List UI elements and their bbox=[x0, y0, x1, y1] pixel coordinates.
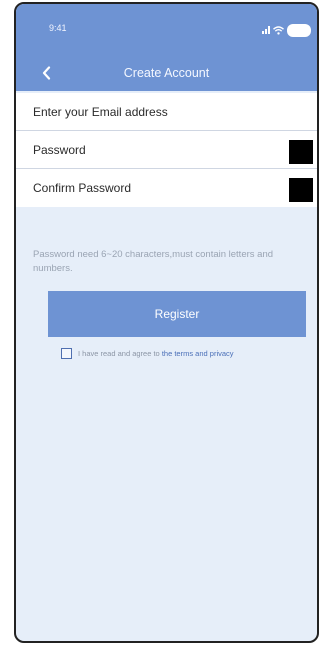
phone-frame: 9:41 Create Account Enter your Email add… bbox=[14, 2, 319, 643]
form-fields bbox=[16, 93, 317, 207]
agreement-label: I have read and agree to bbox=[78, 349, 160, 358]
terms-link[interactable]: the terms and privacy bbox=[162, 349, 234, 358]
password-row bbox=[16, 131, 317, 169]
agree-checkbox[interactable] bbox=[61, 348, 72, 359]
confirm-password-field[interactable] bbox=[33, 181, 263, 195]
nav-bar: Create Account bbox=[16, 58, 317, 88]
header: 9:41 Create Account bbox=[16, 4, 317, 91]
register-button[interactable]: Register bbox=[48, 291, 306, 337]
password-visibility-toggle[interactable] bbox=[289, 140, 313, 164]
status-time: 9:41 bbox=[49, 23, 67, 33]
confirm-password-visibility-toggle[interactable] bbox=[289, 178, 313, 202]
status-indicators bbox=[262, 23, 311, 37]
password-hint: Password need 6~20 characters,must conta… bbox=[33, 249, 274, 274]
password-field[interactable] bbox=[33, 142, 263, 157]
battery-icon bbox=[287, 23, 311, 37]
confirm-password-row bbox=[16, 169, 317, 207]
status-bar: 9:41 bbox=[16, 4, 317, 44]
email-row bbox=[16, 93, 317, 131]
wifi-icon bbox=[273, 25, 284, 35]
email-field[interactable] bbox=[33, 104, 263, 119]
page-title: Create Account bbox=[123, 66, 210, 80]
agreement-text: I have read and agree to the terms and p… bbox=[78, 349, 234, 358]
signal-icon bbox=[262, 26, 270, 34]
agreement-row: I have read and agree to the terms and p… bbox=[61, 348, 234, 359]
